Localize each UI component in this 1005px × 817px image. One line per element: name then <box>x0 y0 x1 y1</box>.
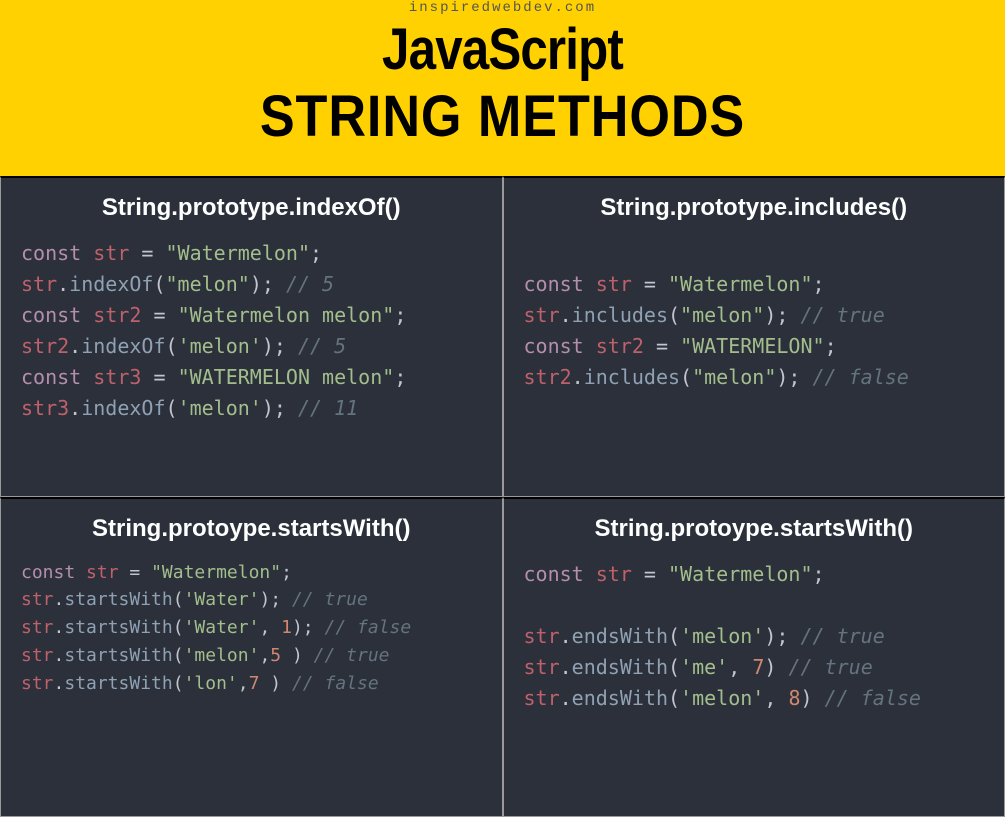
cell-title: String.protoype.startsWith() <box>21 515 482 543</box>
cell-title: String.prototype.indexOf() <box>21 194 482 222</box>
header: inspiredwebdev.com JavaScript STRING MET… <box>0 0 1005 176</box>
code-block: const str = "Watermelon";str.startsWith(… <box>21 559 482 698</box>
title-line-1: JavaScript <box>75 16 929 83</box>
code-line: str2.indexOf('melon'); // 5 <box>21 331 482 362</box>
code-block: const str = "Watermelon"; str.endsWith('… <box>524 559 985 714</box>
title-line-2: STRING METHODS <box>50 83 955 150</box>
site-url: inspiredwebdev.com <box>0 0 1005 16</box>
code-line: str.endsWith('melon'); // true <box>524 621 985 652</box>
cell-title: String.protoype.startsWith() <box>524 515 985 543</box>
examples-grid: String.prototype.indexOf() const str = "W… <box>0 176 1005 817</box>
code-line: str.startsWith('Water', 1); // false <box>21 614 482 642</box>
code-line: const str = "Watermelon"; <box>524 559 985 590</box>
code-line: const str2 = "WATERMELON"; <box>524 331 985 362</box>
code-line: str.startsWith('lon',7 ) // false <box>21 670 482 698</box>
code-line: str.endsWith('melon', 8) // false <box>524 683 985 714</box>
code-line: const str2 = "Watermelon melon"; <box>21 300 482 331</box>
code-line: str.indexOf("melon"); // 5 <box>21 269 482 300</box>
code-line <box>524 590 985 621</box>
cell-title: String.prototype.includes() <box>524 194 985 222</box>
example-cell: String.protoype.startsWith() const str = … <box>503 497 1005 817</box>
code-line: str2.includes("melon"); // false <box>524 362 985 393</box>
code-block: const str = "Watermelon";str.includes("m… <box>524 238 985 393</box>
code-line: const str3 = "WATERMELON melon"; <box>21 362 482 393</box>
code-line: str3.indexOf('melon'); // 11 <box>21 393 482 424</box>
code-line <box>524 238 985 269</box>
code-line: str.includes("melon"); // true <box>524 300 985 331</box>
code-line: str.startsWith('melon',5 ) // true <box>21 642 482 670</box>
code-line: const str = "Watermelon"; <box>21 238 482 269</box>
example-cell: String.prototype.indexOf() const str = "W… <box>0 176 503 497</box>
example-cell: String.prototype.includes() const str = … <box>503 176 1005 497</box>
code-line: const str = "Watermelon"; <box>524 269 985 300</box>
example-cell: String.protoype.startsWith() const str = … <box>0 497 503 817</box>
code-line: const str = "Watermelon"; <box>21 559 482 587</box>
code-line: str.endsWith('me', 7) // true <box>524 652 985 683</box>
code-line: str.startsWith('Water'); // true <box>21 586 482 614</box>
code-block: const str = "Watermelon";str.indexOf("me… <box>21 238 482 424</box>
